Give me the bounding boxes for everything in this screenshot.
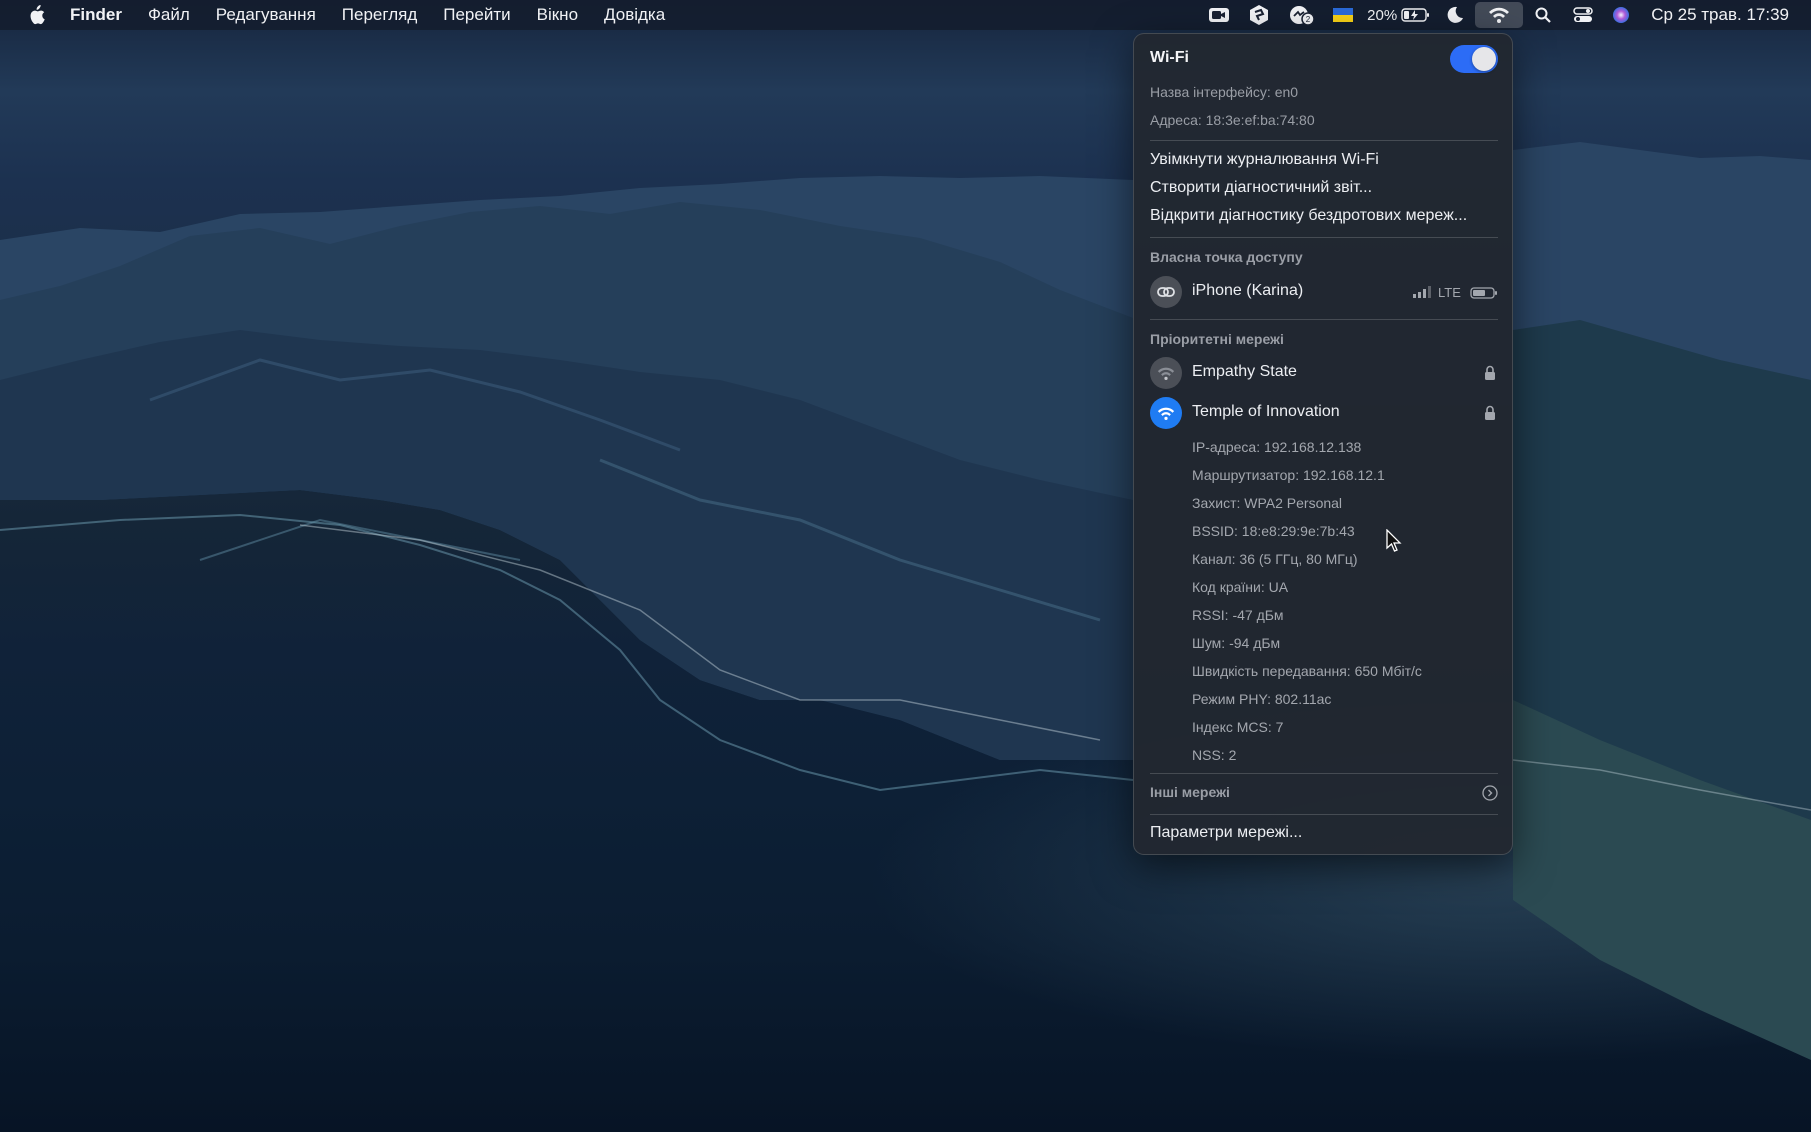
detail-country-code: Код країни: UA (1192, 579, 1289, 595)
separator (1150, 237, 1498, 238)
cube-app-icon[interactable] (1239, 0, 1279, 30)
chevron-right-circle-icon (1482, 785, 1498, 801)
detail-tx-rate: Швидкість передавання: 650 Мбіт/с (1192, 663, 1422, 679)
network-name: Empathy State (1192, 363, 1297, 380)
spotlight-search-icon[interactable] (1523, 0, 1563, 30)
detail-security: Захист: WPA2 Personal (1192, 495, 1343, 511)
svg-text:2: 2 (1306, 15, 1311, 24)
wifi-toggle-knob (1472, 47, 1496, 71)
detail-noise: Шум: -94 дБм (1192, 635, 1281, 651)
network-settings-item[interactable]: Параметри мережі... (1150, 824, 1302, 842)
menu-bar-tray: 2 20% Ср 25 трав. 17:39 (1199, 0, 1811, 30)
wifi-menu-panel: Wi-Fi Назва інтерфейсу: en0 Адреса: 18:3… (1133, 33, 1513, 855)
menu-view[interactable]: Перегляд (342, 5, 417, 25)
other-networks-label: Інші мережі (1150, 784, 1230, 800)
lock-icon (1485, 365, 1495, 380)
battery-percent: 20% (1367, 6, 1398, 24)
detail-rssi: RSSI: -47 дБм (1192, 607, 1284, 623)
separator (1150, 319, 1498, 320)
ukraine-flag-icon[interactable] (1323, 0, 1363, 30)
cellular-signal-icon (1413, 286, 1431, 298)
network-item-empathy-state[interactable]: Empathy State (1150, 356, 1498, 390)
personal-hotspot-header: Власна точка доступу (1150, 249, 1303, 265)
do-not-disturb-moon-icon[interactable] (1435, 0, 1475, 30)
hotspot-name: iPhone (Karina) (1192, 282, 1304, 299)
menu-edit[interactable]: Редагування (216, 5, 316, 25)
detail-nss: NSS: 2 (1192, 747, 1237, 763)
battery-charging-icon (1401, 8, 1430, 22)
messenger-badge-icon[interactable]: 2 (1279, 0, 1323, 30)
menu-window[interactable]: Вікно (537, 5, 578, 25)
interface-name: Назва інтерфейсу: en0 (1150, 84, 1299, 100)
battery-status[interactable]: 20% (1363, 0, 1435, 30)
hotspot-battery-icon (1470, 287, 1497, 299)
menu-app-finder[interactable]: Finder (70, 5, 122, 25)
wifi-title: Wi-Fi (1150, 49, 1189, 66)
wifi-menu-icon[interactable] (1475, 2, 1524, 28)
detail-router: Маршрутизатор: 192.168.12.1 (1192, 467, 1385, 483)
separator (1150, 814, 1498, 815)
video-camera-icon[interactable] (1199, 0, 1239, 30)
hotspot-signal-type: LTE (1438, 285, 1461, 300)
mouse-cursor-icon (1386, 529, 1402, 552)
open-wireless-diagnostics-item[interactable]: Відкрити діагностику бездротових мереж..… (1150, 207, 1467, 225)
menu-bar-left: Finder Файл Редагування Перегляд Перейти… (0, 0, 691, 30)
menu-bar-clock[interactable]: Ср 25 трав. 17:39 (1651, 5, 1789, 25)
enable-wifi-logging-item[interactable]: Увімкнути журналювання Wi-Fi (1150, 151, 1379, 169)
detail-mcs-index: Індекс MCS: 7 (1192, 719, 1284, 735)
network-name: Temple of Innovation (1192, 403, 1340, 420)
menu-file[interactable]: Файл (148, 5, 190, 25)
separator (1150, 140, 1498, 141)
siri-icon[interactable] (1603, 0, 1639, 30)
menu-help[interactable]: Довідка (604, 5, 665, 25)
desktop-wallpaper (0, 142, 1811, 1060)
wifi-connected-icon (1150, 397, 1182, 429)
wifi-toggle[interactable] (1450, 45, 1498, 73)
other-networks-item[interactable]: Інші мережі (1150, 779, 1498, 807)
lock-icon (1485, 405, 1495, 420)
hotspot-link-icon (1150, 276, 1182, 308)
menu-bar: Finder Файл Редагування Перегляд Перейти… (0, 0, 1811, 30)
separator (1150, 773, 1498, 774)
create-diagnostics-report-item[interactable]: Створити діагностичний звіт... (1150, 179, 1372, 197)
detail-phy-mode: Режим PHY: 802.11ac (1192, 691, 1332, 707)
control-center-icon[interactable] (1563, 0, 1603, 30)
detail-channel: Канал: 36 (5 ГГц, 80 МГц) (1192, 551, 1358, 567)
menu-go[interactable]: Перейти (443, 5, 510, 25)
apple-icon[interactable] (26, 4, 46, 26)
network-item-temple-of-innovation[interactable]: Temple of Innovation (1150, 396, 1498, 430)
hotspot-iphone-item[interactable]: iPhone (Karina) LTE (1150, 275, 1498, 309)
wifi-signal-icon (1150, 357, 1182, 389)
detail-ip-address: IP-адреса: 192.168.12.138 (1192, 439, 1362, 455)
mac-address: Адреса: 18:3e:ef:ba:74:80 (1150, 112, 1315, 128)
detail-bssid: BSSID: 18:e8:29:9e:7b:43 (1192, 523, 1355, 539)
preferred-networks-header: Пріоритетні мережі (1150, 331, 1284, 347)
